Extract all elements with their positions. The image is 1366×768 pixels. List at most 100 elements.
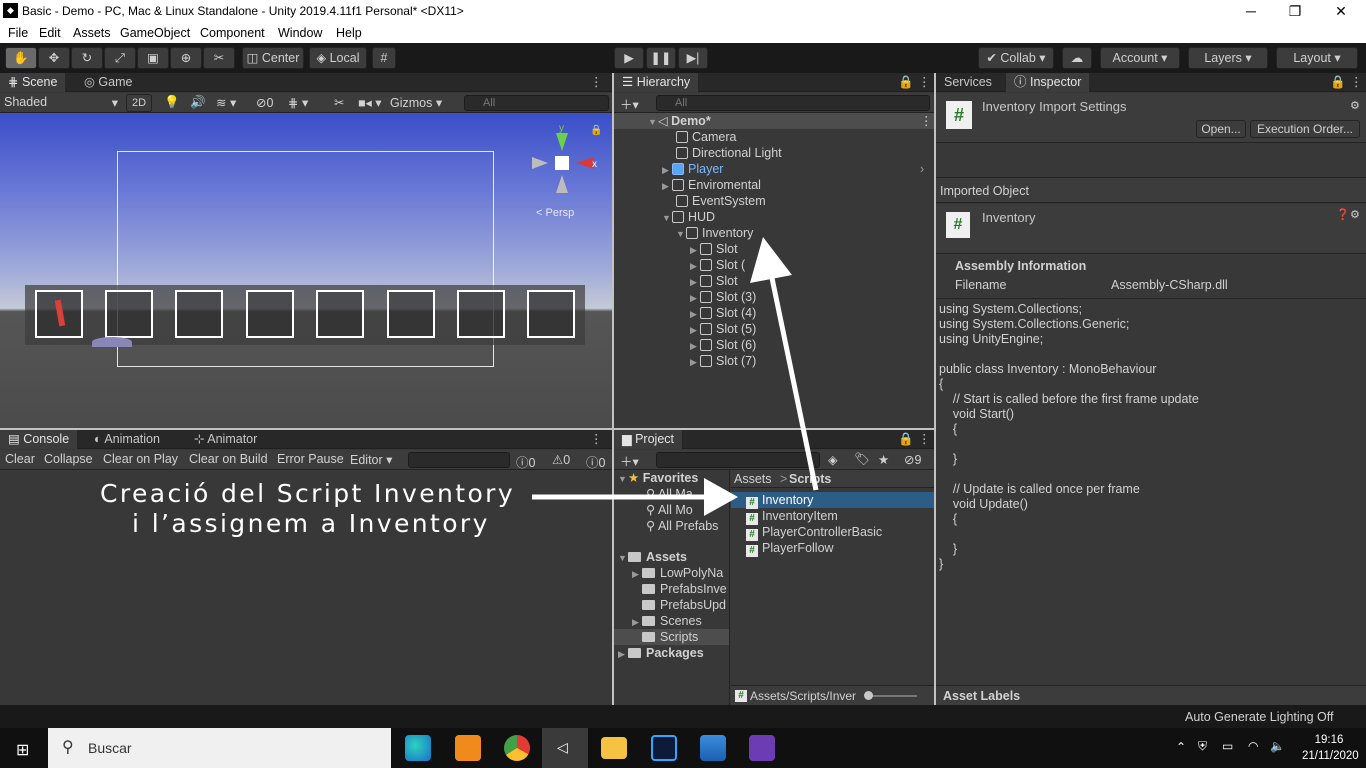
error-pause-button[interactable]: Error Pause bbox=[277, 452, 344, 466]
audio-icon[interactable]: 🔊 bbox=[190, 95, 206, 110]
execution-order-button[interactable]: Execution Order... bbox=[1250, 120, 1360, 138]
network-shield-icon[interactable]: ⛨ bbox=[1198, 739, 1207, 754]
collapse-button[interactable]: Collapse bbox=[44, 452, 93, 466]
windows-start-icon[interactable]: ⊞ bbox=[16, 740, 29, 760]
scene-options-icon[interactable]: ⋮ bbox=[920, 113, 933, 129]
inspector-menu-icon[interactable]: ⋮ bbox=[1350, 73, 1363, 92]
lock-icon[interactable]: 🔒 bbox=[590, 125, 602, 136]
warning-count[interactable]: ⚠0 bbox=[552, 452, 570, 467]
tab-services[interactable]: Services bbox=[936, 73, 1000, 92]
breadcrumb-assets[interactable]: Assets bbox=[734, 472, 772, 486]
clear-button[interactable]: Clear bbox=[5, 452, 35, 466]
tab-animation[interactable]: ◐ Animation bbox=[86, 430, 168, 449]
hierarchy-item-slot[interactable]: ▶ Slot (4) bbox=[690, 305, 756, 321]
rotate-tool-icon[interactable]: ↻ bbox=[71, 47, 103, 69]
tools-icon[interactable]: ✂ bbox=[334, 95, 344, 110]
scene-menu-icon[interactable]: ⋮ bbox=[590, 73, 603, 92]
layout-dropdown[interactable]: Layout ▾ bbox=[1276, 47, 1358, 69]
persp-label[interactable]: < Persp bbox=[536, 207, 574, 219]
filter-label-icon[interactable]: 🏷 bbox=[854, 452, 870, 467]
menu-edit[interactable]: Edit bbox=[39, 26, 61, 40]
hierarchy-item-inventory[interactable]: ▼ Inventory bbox=[676, 225, 753, 241]
project-lock-icon[interactable]: 🔒 bbox=[898, 430, 914, 449]
volume-icon[interactable]: 🔈 bbox=[1270, 739, 1285, 753]
filter-type-icon[interactable]: ◈ bbox=[828, 452, 838, 467]
slider-thumb[interactable] bbox=[864, 691, 873, 700]
breadcrumb-scripts[interactable]: Scripts bbox=[789, 472, 831, 486]
pivot-center-button[interactable]: ◫ Center bbox=[242, 47, 304, 69]
rect-tool-icon[interactable]: ▣ bbox=[137, 47, 169, 69]
prefab-open-arrow-icon[interactable]: › bbox=[920, 161, 924, 177]
hierarchy-lock-icon[interactable]: 🔒 bbox=[898, 73, 914, 92]
hierarchy-item-camera[interactable]: Camera bbox=[676, 129, 736, 145]
menu-component[interactable]: Component bbox=[200, 26, 265, 40]
xampp-icon[interactable] bbox=[455, 735, 481, 761]
folder-item[interactable]: PrefabsUpd bbox=[642, 597, 726, 613]
hierarchy-item-slot[interactable]: ▶ Slot (6) bbox=[690, 337, 756, 353]
shading-dropdown[interactable]: Shaded ▾ bbox=[4, 95, 120, 110]
edge-icon[interactable] bbox=[405, 735, 431, 761]
clear-on-play-button[interactable]: Clear on Play bbox=[103, 452, 178, 466]
close-button[interactable]: ✕ bbox=[1318, 0, 1364, 23]
transform-tool-icon[interactable]: ⊕ bbox=[170, 47, 202, 69]
log-count[interactable]: ⓘ0 bbox=[516, 452, 535, 471]
favorite-all-prefabs[interactable]: ⚲ All Prefabs bbox=[646, 518, 718, 534]
file-playerfollow[interactable]: # PlayerFollow bbox=[746, 540, 834, 557]
minimize-button[interactable]: ─ bbox=[1228, 0, 1274, 23]
hierarchy-menu-icon[interactable]: ⋮ bbox=[918, 73, 931, 92]
hierarchy-item-directional-light[interactable]: Directional Light bbox=[676, 145, 782, 161]
menu-assets[interactable]: Assets bbox=[73, 26, 111, 40]
menu-window[interactable]: Window bbox=[278, 26, 322, 40]
play-icon[interactable]: ▶ bbox=[614, 47, 644, 69]
project-search-input[interactable] bbox=[656, 452, 820, 468]
hierarchy-item-slot[interactable]: ▶ Slot (7) bbox=[690, 353, 756, 369]
layers-dropdown[interactable]: Layers ▾ bbox=[1188, 47, 1268, 69]
lighting-status[interactable]: Auto Generate Lighting Off bbox=[1185, 710, 1333, 724]
hierarchy-item-hud[interactable]: ▼ HUD bbox=[662, 209, 715, 225]
wifi-icon[interactable]: ◠ bbox=[1248, 739, 1258, 753]
show-hidden-icons[interactable]: ⌃ bbox=[1176, 740, 1186, 754]
tab-hierarchy[interactable]: ☰ Hierarchy bbox=[614, 73, 699, 92]
file-playercontrollerbasic[interactable]: # PlayerControllerBasic bbox=[746, 524, 882, 541]
hierarchy-search-input[interactable]: All bbox=[656, 95, 930, 111]
pivot-local-button[interactable]: ◈ Local bbox=[309, 47, 367, 69]
photoshop-icon[interactable] bbox=[651, 735, 677, 761]
menu-help[interactable]: Help bbox=[336, 26, 362, 40]
favorites-header[interactable]: ▼★ Favorites bbox=[618, 470, 698, 486]
gizmos-dropdown[interactable]: Gizmos ▾ bbox=[390, 95, 442, 110]
collab-button[interactable]: ✔ Collab ▾ bbox=[978, 47, 1054, 69]
step-icon[interactable]: ▶| bbox=[678, 47, 708, 69]
favorite-star-icon[interactable]: ★ bbox=[878, 452, 889, 467]
menu-file[interactable]: File bbox=[8, 26, 28, 40]
menu-gameobject[interactable]: GameObject bbox=[120, 26, 190, 40]
folder-item[interactable]: ▶ Scenes bbox=[632, 613, 702, 629]
hierarchy-item-slot[interactable]: ▶ Slot (5) bbox=[690, 321, 756, 337]
clear-on-build-button[interactable]: Clear on Build bbox=[189, 452, 268, 466]
object-gear-icon[interactable]: ⚙ bbox=[1350, 208, 1360, 221]
chrome-icon[interactable] bbox=[504, 735, 530, 761]
folder-item[interactable]: ▶ LowPolyNa bbox=[632, 565, 723, 581]
visual-studio-icon[interactable] bbox=[749, 735, 775, 761]
hierarchy-item-slot[interactable]: ▶ Slot bbox=[690, 241, 738, 257]
move-tool-icon[interactable]: ✥ bbox=[38, 47, 70, 69]
inspector-lock-icon[interactable]: 🔒 bbox=[1330, 73, 1346, 92]
pause-icon[interactable]: ❚❚ bbox=[646, 47, 676, 69]
restore-button[interactable]: ❐ bbox=[1272, 0, 1318, 23]
tab-console[interactable]: ▤ Console bbox=[0, 430, 78, 449]
hierarchy-item-slot[interactable]: ▶ Slot (3) bbox=[690, 289, 756, 305]
hierarchy-item-eventsystem[interactable]: EventSystem bbox=[676, 193, 766, 209]
grid-icon[interactable]: ⋕ ▾ bbox=[288, 95, 308, 110]
tab-project[interactable]: ▆ Project bbox=[614, 430, 682, 449]
scene-viewport[interactable]: y x 🔒 < Persp bbox=[0, 113, 612, 428]
editor-dropdown[interactable]: Editor ▾ bbox=[350, 452, 392, 467]
file-inventory[interactable]: # Inventory bbox=[746, 492, 813, 509]
hidden-objects-icon[interactable]: ⊘0 bbox=[256, 95, 273, 110]
hand-tool-icon[interactable]: ✋ bbox=[5, 47, 37, 69]
folder-item-scripts[interactable]: Scripts bbox=[642, 629, 698, 645]
scene-search-input[interactable]: All bbox=[464, 95, 609, 111]
settings-gear-icon[interactable]: ⚙ bbox=[1350, 99, 1360, 112]
2d-toggle[interactable]: 2D bbox=[126, 94, 152, 112]
hierarchy-item-slot[interactable]: ▶ Slot bbox=[690, 273, 738, 289]
tab-animator[interactable]: ⊹ Animator bbox=[186, 430, 265, 449]
console-menu-icon[interactable]: ⋮ bbox=[590, 430, 603, 449]
